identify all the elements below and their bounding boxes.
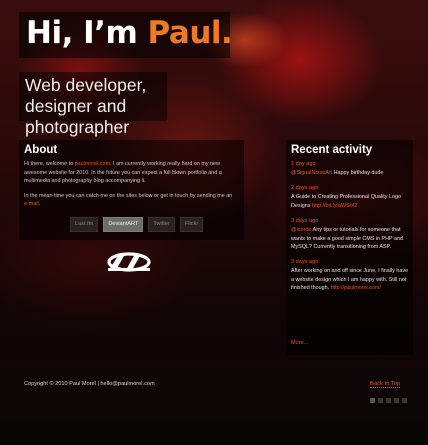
activity-date[interactable]: 3 days ago: [291, 258, 411, 267]
list-item: 2 days ago A Guide to Creating Professio…: [291, 184, 411, 210]
activity-date[interactable]: 2 days ago: [291, 184, 411, 193]
activity-text: Happy birthday dude: [332, 170, 384, 176]
activity-body: @tcorde Any tips or tutorials for someon…: [291, 226, 411, 251]
badge-icon[interactable]: [370, 398, 375, 403]
activity-date[interactable]: 1 day ago: [291, 160, 411, 169]
lastfm-button[interactable]: Last.fm: [70, 217, 99, 232]
about-paragraph-1: Hi there, welcome to paulmorel.com. I am…: [24, 160, 234, 186]
about-paragraph-2: In the mean time you can catch me on the…: [24, 192, 234, 209]
tagline: Web developer, designer and photographer: [25, 75, 147, 137]
title-prefix: Hi, I’m: [26, 15, 148, 51]
about-text: Hi there, welcome to paulmorel.com. I am…: [24, 160, 234, 215]
back-to-top-link[interactable]: Back to Top: [370, 381, 401, 388]
about-p1-start: Hi there, welcome to: [24, 161, 75, 167]
activity-body: @SignalNoiseArt Happy birthday dude: [291, 169, 411, 177]
footer-copyright: Copyright © 2010 Paul Morel | hello@paul…: [24, 381, 155, 387]
activity-list: 1 day ago @SignalNoiseArt Happy birthday…: [291, 160, 411, 300]
url-link[interactable]: http://paulmorel.com/: [331, 285, 381, 291]
badge-icon[interactable]: [394, 398, 399, 403]
more-link[interactable]: More...: [291, 340, 308, 346]
list-item: 3 days ago After working on and off sinc…: [291, 258, 411, 292]
activity-body: After working on and off since June, I f…: [291, 267, 411, 292]
deviantart-logo-icon: [106, 250, 152, 277]
activity-heading: Recent activity: [291, 144, 373, 156]
badge-icon[interactable]: [402, 398, 407, 403]
flickr-button[interactable]: Flickr: [179, 217, 204, 232]
site-link[interactable]: paulmorel.com: [75, 161, 110, 167]
activity-date[interactable]: 3 days ago: [291, 217, 411, 226]
list-item: 1 day ago @SignalNoiseArt Happy birthday…: [291, 160, 411, 177]
activity-body: A Guide to Creating Professional Quality…: [291, 193, 411, 210]
badge-icon[interactable]: [386, 398, 391, 403]
about-p2-start: In the mean time you can catch me on the…: [24, 192, 233, 199]
email-link[interactable]: e-mail: [24, 201, 39, 207]
badge-icon[interactable]: [378, 398, 383, 403]
footer-badges: [370, 398, 407, 403]
mention-link[interactable]: @tcorde: [291, 227, 311, 233]
about-p2-end: .: [38, 201, 41, 208]
page-title: Hi, I’m Paul.: [26, 14, 233, 52]
social-buttons: Last.fm DeviantART Twitter Flickr: [70, 217, 204, 232]
twitter-button[interactable]: Twitter: [148, 217, 175, 232]
url-link[interactable]: http://bit.ly/aWSoI2: [312, 203, 357, 209]
title-name: Paul.: [147, 15, 233, 51]
about-heading: About: [24, 144, 58, 156]
list-item: 3 days ago @tcorde Any tips or tutorials…: [291, 217, 411, 251]
deviantart-button[interactable]: DeviantART: [103, 217, 144, 232]
mention-link[interactable]: @SignalNoiseArt: [291, 170, 332, 176]
